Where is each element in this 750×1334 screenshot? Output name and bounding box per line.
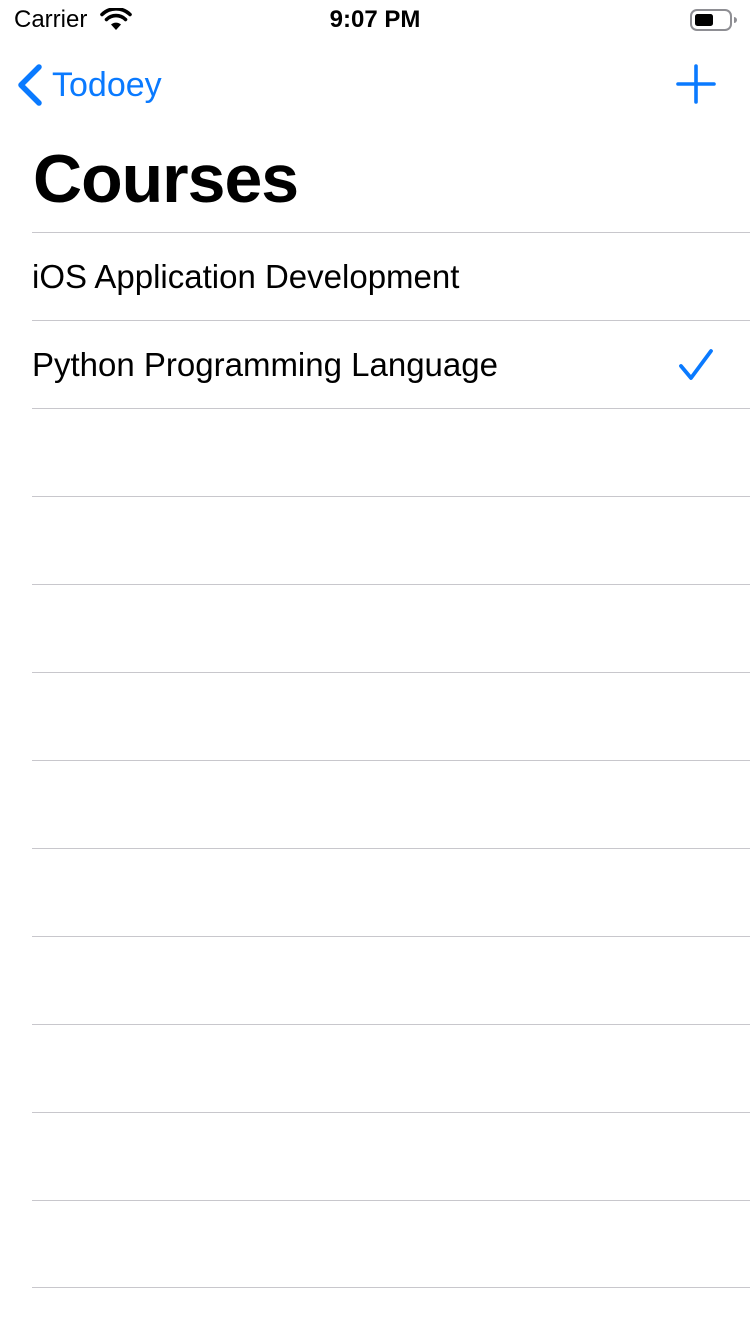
empty-row (32, 496, 750, 584)
clock: 9:07 PM (329, 6, 421, 33)
empty-row (32, 584, 750, 672)
empty-row (32, 1112, 750, 1200)
chevron-left-icon (18, 64, 42, 106)
empty-row (32, 1200, 750, 1288)
checkmark-icon (679, 349, 713, 380)
empty-row (32, 1024, 750, 1112)
course-label: iOS Application Development (32, 257, 460, 295)
table-row[interactable]: Python Programming Language (32, 320, 750, 408)
screen: Carrier 9:07 PM Todoey Courses iOS Appli… (0, 0, 750, 1334)
empty-row (32, 936, 750, 1024)
empty-row (32, 848, 750, 936)
empty-row (32, 760, 750, 848)
battery-icon (690, 9, 737, 31)
status-bar: Carrier 9:07 PM (0, 0, 750, 40)
course-list: iOS Application Development Python Progra… (0, 232, 750, 1288)
empty-row (32, 408, 750, 496)
back-button-label: Todoey (52, 65, 162, 104)
course-label: Python Programming Language (32, 345, 498, 383)
page-title: Courses (33, 141, 299, 217)
add-icon[interactable] (676, 64, 716, 104)
table-row[interactable]: iOS Application Development (32, 232, 750, 320)
back-button[interactable]: Todoey (14, 60, 162, 110)
empty-row (32, 672, 750, 760)
